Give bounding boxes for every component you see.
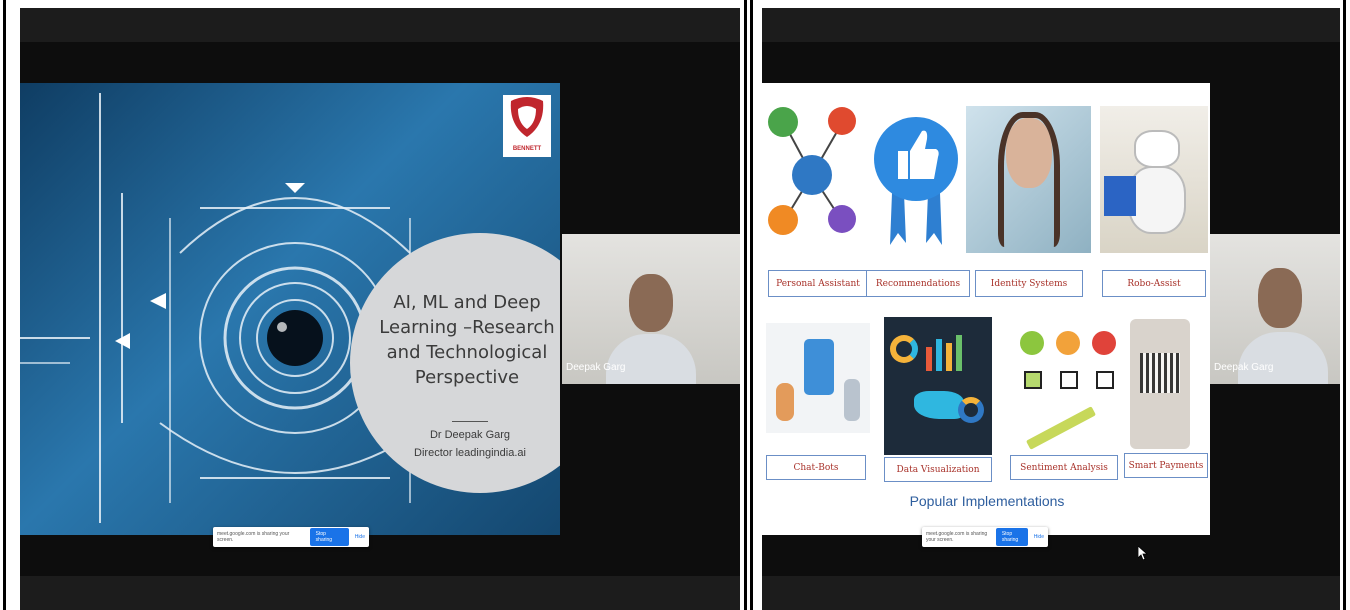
- robot-figure: [844, 379, 860, 421]
- person-figure: [776, 383, 794, 421]
- angry-face-icon: [1092, 331, 1116, 355]
- data-visualization-image: [884, 317, 992, 455]
- label-smart-payments: Smart Payments: [1124, 453, 1208, 478]
- meet-top-bar: [762, 8, 1340, 42]
- right-border: [1343, 0, 1346, 610]
- left-screenshot-panel: BENNETT AI, ML and Deep Learning –Resear…: [0, 0, 750, 610]
- title-line: Learning –Research: [379, 317, 555, 338]
- screen-share-bar: meet.google.com is sharing your screen. …: [213, 527, 369, 547]
- bar-mark: [926, 347, 932, 371]
- share-message: meet.google.com is sharing your screen.: [926, 531, 988, 543]
- title-line: Perspective: [414, 367, 520, 388]
- participant-tile[interactable]: Deepak Garg: [1210, 234, 1340, 384]
- stop-sharing-button[interactable]: Stop sharing: [309, 528, 349, 546]
- participant-name: Deepak Garg: [566, 362, 626, 373]
- smart-payments-image: [1130, 319, 1190, 449]
- title-line: AI, ML and Deep: [393, 292, 541, 313]
- phone-shape: [804, 339, 834, 395]
- label-chat-bots: Chat-Bots: [766, 455, 866, 480]
- thumbs-up-icon: [874, 117, 958, 245]
- screen-share-bar: meet.google.com is sharing your screen. …: [922, 527, 1048, 547]
- slide-role: Director leadingindia.ai: [414, 447, 526, 459]
- world-map-mark: [914, 391, 964, 419]
- meet-bottom-bar: [20, 576, 740, 610]
- car-icon: [828, 107, 856, 135]
- share-message: meet.google.com is sharing your screen.: [217, 531, 290, 543]
- stop-sharing-button[interactable]: Stop sharing: [995, 528, 1028, 546]
- robot-head: [1134, 130, 1180, 168]
- chat-bots-image: [766, 323, 870, 433]
- label-identity-systems: Identity Systems: [975, 270, 1083, 297]
- middle-border-right: [750, 0, 753, 610]
- slide-author: Dr Deepak Garg: [429, 429, 511, 441]
- home-icon: [768, 107, 798, 137]
- slide-footer-title: Popular Implementations: [909, 493, 1065, 509]
- middle-border-left: [744, 0, 747, 610]
- identity-systems-image: [966, 106, 1091, 253]
- mouse-cursor-icon: [1138, 546, 1148, 560]
- label-data-visualization: Data Visualization: [884, 457, 992, 482]
- microphone-icon: [792, 155, 832, 195]
- label-personal-assistant: Personal Assistant: [768, 270, 868, 297]
- recommendations-image: [872, 93, 960, 253]
- meet-top-bar: [20, 8, 740, 42]
- logo: BENNETT: [503, 95, 551, 157]
- label-robo-assist: Robo-Assist: [1102, 270, 1206, 297]
- robot-body: [1128, 166, 1186, 234]
- participant-name: Deepak Garg: [1214, 362, 1274, 373]
- sentiment-analysis-image: [1016, 327, 1124, 450]
- label-recommendations: Recommendations: [866, 270, 970, 297]
- hair-shape: [998, 112, 1060, 247]
- left-border: [3, 0, 6, 610]
- checkbox-empty: [1060, 371, 1078, 389]
- presented-slide-title: BENNETT AI, ML and Deep Learning –Resear…: [20, 83, 560, 535]
- donut-chart-mark: [890, 335, 918, 363]
- logo-caption: BENNETT: [512, 146, 542, 152]
- monitor-icon: [768, 205, 798, 235]
- meet-window-left: BENNETT AI, ML and Deep Learning –Resear…: [20, 8, 740, 610]
- participant-head: [1258, 268, 1302, 328]
- title-line: and Technological: [386, 342, 548, 363]
- blue-box: [1104, 176, 1136, 216]
- hide-button[interactable]: Hide: [355, 534, 365, 540]
- pencil-icon: [1025, 406, 1097, 450]
- meet-window-right: Personal Assistant Recommendations Ident…: [762, 8, 1340, 610]
- right-screenshot-panel: Personal Assistant Recommendations Ident…: [744, 0, 1350, 610]
- qr-code: [1140, 353, 1180, 393]
- presented-slide-implementations: Personal Assistant Recommendations Ident…: [762, 83, 1210, 535]
- label-sentiment-analysis: Sentiment Analysis: [1010, 455, 1118, 480]
- donut-chart-mark: [958, 397, 984, 423]
- phone-icon: [828, 205, 856, 233]
- bar-mark: [946, 343, 952, 371]
- participant-tile[interactable]: Deepak Garg: [562, 234, 740, 384]
- meet-bottom-bar: [762, 576, 1340, 610]
- neutral-face-icon: [1056, 331, 1080, 355]
- personal-assistant-image: [766, 93, 858, 253]
- participant-head: [629, 274, 673, 332]
- robo-assist-image: [1100, 106, 1208, 253]
- shield-icon: [510, 97, 544, 137]
- hide-button[interactable]: Hide: [1034, 534, 1044, 540]
- bar-mark: [956, 335, 962, 371]
- checkbox-empty: [1096, 371, 1114, 389]
- smiley-icon: [1020, 331, 1044, 355]
- bar-mark: [936, 339, 942, 371]
- checkbox-checked: [1024, 371, 1042, 389]
- slide-title: AI, ML and Deep Learning –Research and T…: [372, 290, 560, 390]
- title-divider: [452, 421, 488, 422]
